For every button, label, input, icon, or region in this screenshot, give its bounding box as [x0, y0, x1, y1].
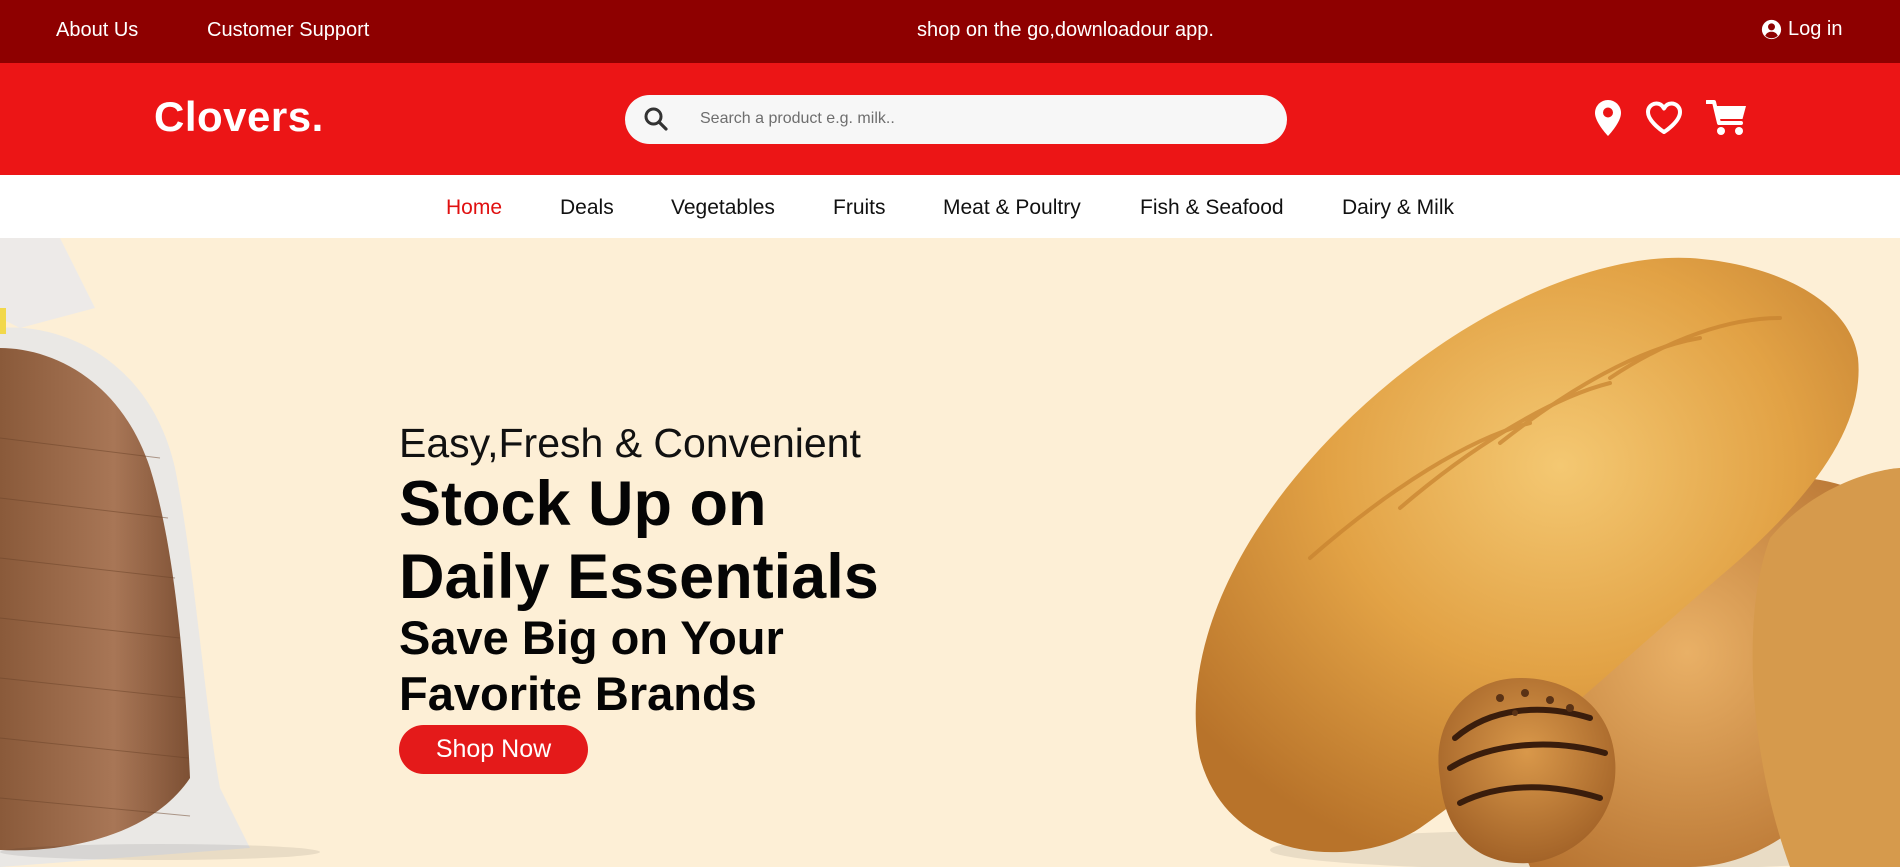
main-header: Clovers. — [0, 63, 1900, 175]
search-input[interactable] — [700, 105, 1260, 133]
search-icon[interactable] — [643, 106, 669, 132]
shop-now-button[interactable]: Shop Now — [399, 725, 588, 774]
heart-icon — [1646, 101, 1682, 134]
location-pin-icon — [1595, 100, 1621, 136]
category-nav: Home Deals Vegetables Fruits Meat & Poul… — [0, 175, 1900, 238]
nav-item-deals[interactable]: Deals — [560, 196, 614, 220]
sliced-bread-image — [0, 238, 320, 867]
hero-subheadline: Save Big on Your Favorite Brands — [399, 611, 784, 720]
app-promo-text: shop on the go,downloadour app. — [917, 19, 1214, 41]
nav-item-vegetables[interactable]: Vegetables — [671, 196, 775, 220]
user-circle-icon — [1761, 19, 1782, 40]
site-logo[interactable]: Clovers. — [154, 93, 324, 141]
location-button[interactable] — [1594, 99, 1622, 137]
wishlist-button[interactable] — [1645, 101, 1683, 135]
hero-headline: Stock Up on Daily Essentials — [399, 469, 879, 612]
hero-banner: Easy,Fresh & Convenient Stock Up on Dail… — [0, 238, 1900, 867]
top-utility-bar: About Us Customer Support shop on the go… — [0, 0, 1900, 63]
nav-item-home[interactable]: Home — [446, 196, 502, 220]
baguette-pastries-image — [1195, 257, 1900, 867]
hero-tagline: Easy,Fresh & Convenient — [399, 420, 861, 466]
login-link[interactable]: Log in — [1761, 18, 1843, 41]
search-bar — [625, 95, 1287, 144]
customer-support-link[interactable]: Customer Support — [207, 19, 369, 42]
nav-item-fruits[interactable]: Fruits — [833, 196, 886, 220]
about-us-link[interactable]: About Us — [56, 19, 138, 42]
cart-button[interactable] — [1706, 99, 1748, 137]
login-label: Log in — [1788, 18, 1843, 40]
shopping-cart-icon — [1706, 100, 1746, 135]
nav-item-fish-seafood[interactable]: Fish & Seafood — [1140, 196, 1284, 220]
nav-item-meat-poultry[interactable]: Meat & Poultry — [943, 196, 1081, 220]
nav-item-dairy-milk[interactable]: Dairy & Milk — [1342, 196, 1454, 220]
